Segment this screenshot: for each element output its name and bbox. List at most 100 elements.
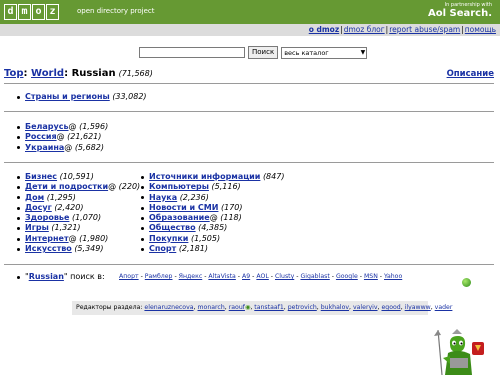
description-link[interactable]: Описание: [447, 69, 494, 79]
site-subtitle: open directory project: [77, 7, 155, 15]
item-count: (21,621): [67, 132, 102, 142]
breadcrumb-top[interactable]: Top: [4, 68, 24, 79]
search-input[interactable]: [139, 47, 245, 58]
top-nav: о dmoz|dmoz блог|report abuse/spam|помощ…: [0, 24, 500, 36]
search-engine-link[interactable]: Апорт: [119, 273, 139, 280]
also-search-term[interactable]: Russian: [29, 272, 64, 281]
logo-letter-z: z: [46, 4, 59, 20]
divider: [4, 83, 494, 84]
category-link[interactable]: Россия: [25, 132, 57, 141]
search-engine-link[interactable]: MSN: [364, 273, 378, 280]
item-count: (4,385): [198, 223, 228, 233]
list-item: Новости и СМИ (170): [140, 203, 284, 213]
search-engine-link[interactable]: AltaVista: [208, 273, 235, 280]
at-symbol: @: [56, 132, 65, 142]
editor-link[interactable]: egood: [381, 304, 400, 311]
item-count: (5,349): [74, 244, 104, 254]
search-engine-link[interactable]: A9: [242, 273, 250, 280]
category-link[interactable]: Страны и регионы: [25, 92, 110, 101]
at-symbol: @: [68, 122, 77, 131]
editor-link[interactable]: monarch: [198, 304, 225, 311]
category-link[interactable]: Общество: [149, 223, 196, 232]
editor-link[interactable]: petrovich: [288, 304, 317, 311]
chevron-down-icon: ▼: [360, 48, 366, 56]
category-link[interactable]: Украина: [25, 143, 64, 152]
editor-link[interactable]: vader: [435, 304, 453, 311]
category-link[interactable]: Компьютеры: [149, 182, 209, 191]
list-item: Наука (2,236): [140, 193, 284, 203]
category-link[interactable]: Бизнес: [25, 172, 57, 181]
editors-bar: Редакторы раздела: elenaruznecova, monar…: [72, 301, 452, 315]
item-count: (1,295): [46, 192, 76, 202]
nav-blog-link[interactable]: dmoz блог: [344, 25, 385, 34]
category-link[interactable]: Новости и СМИ: [149, 203, 218, 212]
category-link[interactable]: Интернет: [25, 234, 69, 243]
item-count: (2,181): [178, 244, 208, 254]
aol-search-logo[interactable]: Aol Search.: [428, 8, 492, 20]
item-count: (1,070): [71, 213, 102, 223]
search-form: Поиск весь каталог ▼: [139, 46, 368, 59]
logo-letter-d: d: [4, 4, 17, 20]
editor-link[interactable]: ilyawww: [405, 304, 431, 311]
search-engine-link[interactable]: Yahoo: [384, 273, 402, 280]
category-link[interactable]: Покупки: [149, 234, 188, 243]
divider: [4, 264, 494, 265]
at-symbol: @: [64, 142, 73, 152]
category-link[interactable]: Досуг: [25, 203, 52, 212]
list-item: Спорт (2,181): [140, 244, 284, 254]
nav-report-link[interactable]: report abuse/spam: [389, 25, 460, 34]
category-link[interactable]: Здоровье: [25, 213, 69, 222]
editor-link[interactable]: tanstaaf1: [254, 304, 284, 311]
search-engine-link[interactable]: Google: [336, 273, 358, 280]
editor-link[interactable]: raouf: [229, 304, 245, 311]
item-count: (1,980): [79, 233, 109, 243]
item-count: (1,505): [190, 233, 221, 243]
list-item: Страны и регионы (33,082): [16, 92, 147, 102]
search-engine-links: Апорт - Рамблер - Яндекс - AltaVista - A…: [119, 273, 403, 280]
search-engine-link[interactable]: AOL: [256, 273, 268, 280]
search-scope-value: весь каталог: [284, 48, 329, 57]
breadcrumb: Top: World: Russian (71,568): [4, 68, 153, 79]
item-count: (2,420): [54, 202, 84, 212]
divider: [4, 162, 494, 163]
category-link[interactable]: Беларусь: [25, 122, 69, 131]
search-engine-link[interactable]: Clusty: [275, 273, 294, 280]
category-link[interactable]: Игры: [25, 223, 49, 232]
editor-link[interactable]: bukhalov: [321, 304, 349, 311]
list-item: Беларусь@ (1,596): [16, 122, 108, 132]
item-count: (1,596): [79, 122, 109, 131]
at-symbol: @: [209, 213, 218, 223]
category-link[interactable]: Дети и подростки: [25, 182, 108, 191]
list-item: Здоровье (1,070): [16, 213, 140, 223]
dmoz-logo[interactable]: d m o z: [4, 4, 59, 20]
editor-link[interactable]: elenaruznecova: [144, 304, 193, 311]
also-search-label: "Russian" поиск в:: [16, 272, 105, 282]
search-engine-link[interactable]: Яндекс: [179, 273, 203, 280]
search-engine-link[interactable]: Рамблер: [145, 273, 173, 280]
nav-about-link[interactable]: о dmoz: [309, 25, 339, 34]
category-link[interactable]: Дом: [25, 193, 44, 202]
search-scope-select[interactable]: весь каталог ▼: [281, 46, 368, 59]
category-link[interactable]: Источники информации: [149, 172, 260, 181]
item-count: (847): [262, 172, 285, 181]
category-link[interactable]: Спорт: [149, 244, 176, 253]
list-section-countries: Беларусь@ (1,596) Россия@ (21,621) Украина…: [16, 122, 108, 153]
search-button[interactable]: Поиск: [248, 46, 279, 59]
category-link[interactable]: Наука: [149, 193, 177, 202]
breadcrumb-world[interactable]: World: [31, 68, 64, 79]
item-count: (1,321): [51, 223, 81, 233]
list-item: Интернет@ (1,980): [16, 234, 140, 244]
nav-help-link[interactable]: помощь: [465, 25, 496, 34]
at-symbol: @: [108, 182, 117, 192]
header-bar: d m o z open directory project In partne…: [0, 0, 500, 24]
item-count: (5,116): [211, 182, 241, 192]
category-link[interactable]: Образование: [149, 213, 210, 222]
breadcrumb-current: Russian: [71, 68, 116, 79]
search-engine-link[interactable]: Gigablast: [300, 273, 329, 280]
category-link[interactable]: Искусство: [25, 244, 72, 253]
editor-link[interactable]: valeryiv: [353, 304, 378, 311]
green-ball-icon[interactable]: [462, 278, 471, 287]
logo-letter-o: o: [32, 4, 45, 20]
list-item: Образование@ (118): [140, 213, 284, 223]
also-search: "Russian" поиск в:: [16, 272, 105, 282]
